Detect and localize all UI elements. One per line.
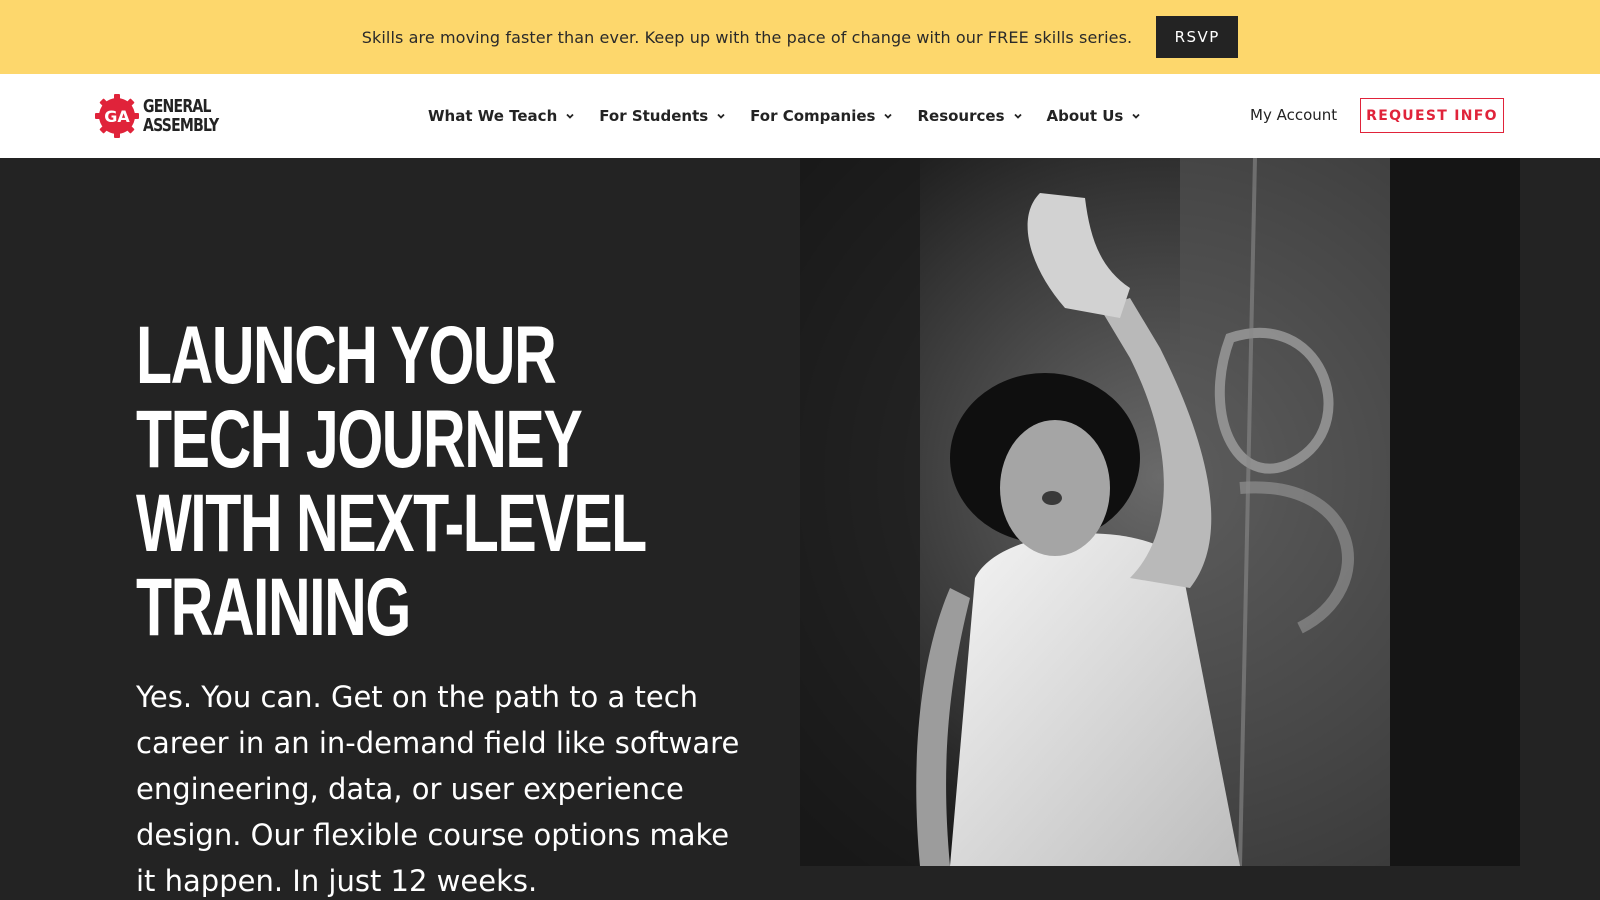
chevron-down-icon bbox=[1013, 113, 1022, 119]
logo-line-1: GENERAL bbox=[143, 96, 211, 117]
nav-item-about-us[interactable]: About Us bbox=[1047, 107, 1142, 125]
chevron-down-icon bbox=[566, 113, 574, 119]
nav-item-label: For Companies bbox=[750, 107, 876, 125]
nav-item-label: For Students bbox=[599, 107, 709, 125]
nav-item-for-companies[interactable]: For Companies bbox=[750, 107, 893, 125]
logo-line-2: ASSEMBLY bbox=[143, 115, 219, 136]
hero-heading-line: WITH NEXT-LEVEL bbox=[136, 478, 647, 569]
hero-photo bbox=[800, 158, 1520, 866]
logo-wordmark: GENERAL ASSEMBLY bbox=[143, 96, 219, 136]
logo-mark-text: GA bbox=[104, 107, 130, 126]
request-info-button[interactable]: REQUEST INFO bbox=[1360, 98, 1504, 133]
hero-heading: LAUNCH YOUR TECH JOURNEY WITH NEXT-LEVEL… bbox=[136, 310, 647, 653]
chevron-down-icon bbox=[717, 113, 725, 119]
nav-item-what-we-teach[interactable]: What We Teach bbox=[428, 107, 575, 125]
main-nav: What We Teach For Students For Companies… bbox=[428, 74, 1165, 158]
general-assembly-logo[interactable]: GA GENERAL ASSEMBLY bbox=[95, 93, 240, 139]
ga-logo-icon: GA bbox=[95, 94, 139, 138]
nav-item-for-students[interactable]: For Students bbox=[599, 107, 726, 125]
nav-item-label: Resources bbox=[917, 107, 1005, 125]
banner-text: Skills are moving faster than ever. Keep… bbox=[361, 27, 1133, 47]
nav-item-label: About Us bbox=[1046, 107, 1124, 125]
nav-item-label: What We Teach bbox=[428, 107, 558, 125]
site-header: GA GENERAL ASSEMBLY What We Teach For St… bbox=[0, 74, 1600, 158]
chevron-down-icon bbox=[1132, 113, 1140, 119]
nav-item-resources[interactable]: Resources bbox=[917, 107, 1022, 125]
chevron-down-icon bbox=[884, 113, 893, 119]
hero-heading-line: LAUNCH YOUR bbox=[136, 310, 557, 401]
hero-heading-line: TRAINING bbox=[136, 562, 411, 653]
hero-heading-line: TECH JOURNEY bbox=[136, 394, 583, 485]
my-account-link[interactable]: My Account bbox=[1250, 106, 1337, 124]
announcement-banner: Skills are moving faster than ever. Keep… bbox=[0, 0, 1600, 74]
hero-photo-illustration bbox=[800, 158, 1520, 866]
hero-description: Yes. You can. Get on the path to a tech … bbox=[136, 680, 740, 898]
rsvp-button[interactable]: RSVP bbox=[1156, 16, 1239, 58]
